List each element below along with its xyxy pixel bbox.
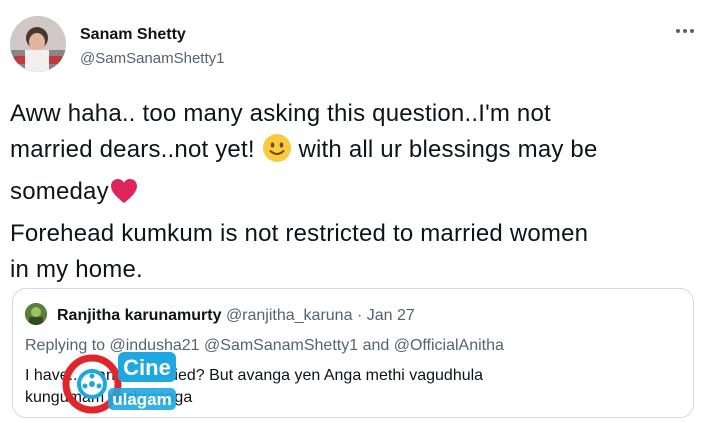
tweet-text: Aww haha.. too many asking this question… [10, 96, 710, 288]
tweet-line-3a: someday [10, 178, 109, 205]
more-options-icon[interactable] [672, 18, 698, 44]
quoted-date[interactable]: Jan 27 [367, 307, 415, 324]
quoted-header: Ranjitha karunamurty @ranjitha_karuna · … [57, 307, 415, 325]
smiling-face-icon [262, 133, 292, 174]
quoted-separator: · [356, 307, 363, 324]
quoted-author-name[interactable]: Ranjitha karunamurty [57, 307, 221, 324]
avatar-image [10, 16, 66, 72]
cineulagam-watermark-logo: Cine ulagam [60, 348, 180, 418]
quoted-author-avatar[interactable] [25, 303, 47, 325]
tweet-line-1: Aww haha.. too many asking this question… [10, 100, 551, 127]
tweet-line-2b: with all ur blessings may be [298, 136, 598, 163]
tweet-card: Sanam Shetty @SamSanamShetty1 Aww haha..… [0, 0, 720, 422]
tweet-line-5: in my home. [10, 256, 143, 283]
tweet-line-2a: married dears..not yet! [10, 136, 255, 163]
tweet-line-4: Forehead kumkum is not restricted to mar… [10, 220, 589, 247]
author-avatar[interactable] [10, 16, 66, 72]
watermark-brand-bottom: ulagam [112, 390, 172, 409]
author-handle[interactable]: @SamSanamShetty1 [80, 50, 224, 67]
watermark-brand-top: Cine [123, 355, 171, 380]
quoted-author-handle[interactable]: @ranjitha_karuna [226, 307, 353, 324]
author-name[interactable]: Sanam Shetty [80, 26, 186, 44]
tweet-line-2: married dears..not yet! with all ur bles… [10, 132, 710, 174]
tweet-line-3: someday [10, 174, 710, 216]
red-heart-icon [109, 177, 139, 216]
